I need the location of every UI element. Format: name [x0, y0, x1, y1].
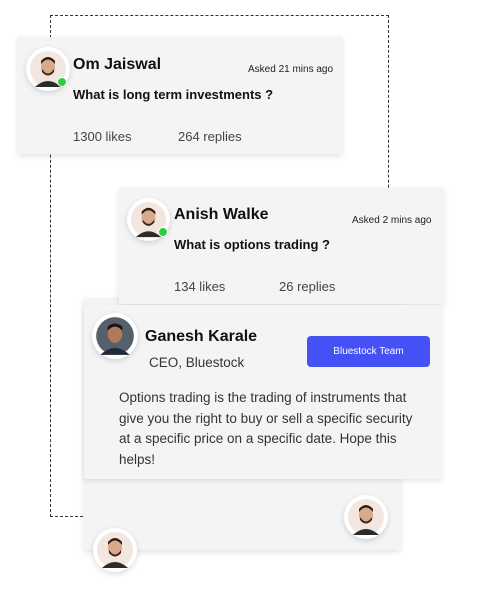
likes-count[interactable]: 134 likes [174, 279, 225, 294]
question-author-name: Anish Walke [174, 206, 269, 223]
answer-text: Options trading is the trading of instru… [119, 390, 413, 467]
avatar-om [26, 47, 70, 91]
question-text[interactable]: What is long term investments ? [73, 87, 273, 102]
replies-count[interactable]: 26 replies [279, 279, 335, 294]
asked-time: Asked 2 mins ago [352, 215, 432, 226]
question-text[interactable]: What is options trading ? [174, 237, 330, 252]
avatar-bottom-left[interactable] [93, 528, 137, 572]
avatar-anish [127, 198, 170, 241]
answer-author-name: Ganesh Karale [145, 328, 258, 345]
online-status-dot [57, 77, 67, 87]
online-status-dot [158, 227, 168, 237]
question-author-name: Om Jaiswal [73, 56, 162, 73]
asked-time: Asked 21 mins ago [248, 64, 334, 75]
replies-count[interactable]: 264 replies [178, 129, 242, 144]
avatar-bottom-right[interactable] [344, 495, 388, 539]
likes-count[interactable]: 1300 likes [73, 129, 132, 144]
answer-author-role: CEO, Bluestock [149, 355, 245, 370]
bluestock-team-badge[interactable]: Bluestock Team [307, 336, 430, 367]
user-face-icon [348, 499, 384, 535]
avatar-ganesh [92, 313, 138, 359]
user-face-icon [97, 532, 133, 568]
user-face-icon [96, 317, 134, 355]
